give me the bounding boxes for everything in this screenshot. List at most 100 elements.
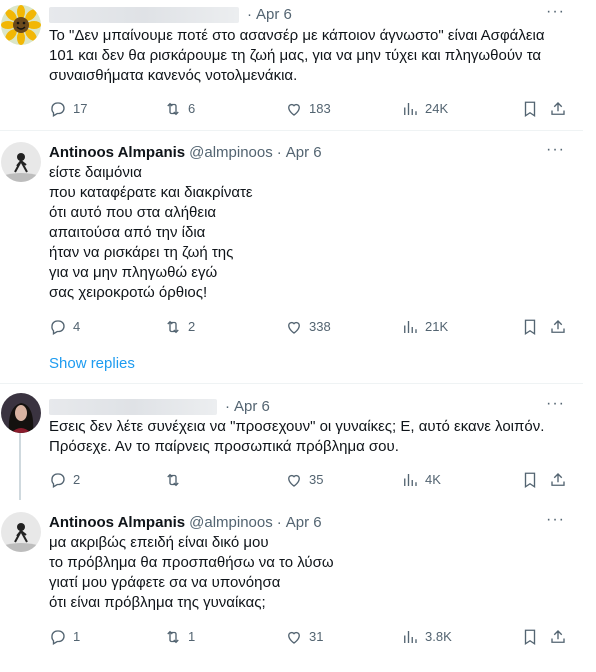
retweet-button[interactable] [164, 470, 188, 490]
share-button[interactable] [549, 99, 567, 119]
reply-button[interactable]: 2 [49, 470, 80, 490]
share-icon [551, 102, 565, 115]
tweet-text: μα ακριβώς επειδή είναι δικό μου το πρόβ… [49, 534, 334, 611]
retweet-count: 6 [188, 101, 196, 116]
silhouette-avatar-icon [1, 142, 41, 182]
retweet-button[interactable]: 1 [164, 627, 195, 647]
tweet-text: Εσεις δεν λέτε συνέχεια να "προσεχουν" ο… [49, 418, 545, 455]
like-count: 183 [309, 101, 331, 116]
views-button[interactable]: 4K [401, 470, 441, 490]
reply-icon [51, 630, 65, 645]
like-button[interactable]: 338 [285, 317, 331, 337]
redacted-username [49, 399, 217, 415]
share-button[interactable] [549, 470, 567, 490]
separator-dot: · [276, 144, 282, 161]
heart-icon [288, 321, 300, 334]
share-button[interactable] [549, 317, 567, 337]
reply-count: 1 [73, 629, 81, 644]
views-chart-icon [404, 631, 417, 643]
views-button[interactable]: 21K [401, 317, 448, 337]
view-count: 4K [425, 472, 441, 487]
views-chart-icon [404, 474, 417, 486]
like-count: 338 [309, 319, 331, 334]
bookmark-icon [524, 319, 536, 336]
like-count: 35 [309, 472, 324, 487]
reply-button[interactable]: 4 [49, 317, 80, 337]
reply-button[interactable]: 1 [49, 627, 80, 647]
view-count: 3.8K [425, 629, 452, 644]
tweet-header: Antinoos Almpanis @almpinoos · Apr 6 [49, 513, 322, 533]
tweet-date[interactable]: Apr 6 [234, 397, 270, 417]
retweet-icon [167, 473, 179, 487]
tweet-actions: 2 35 4K [49, 470, 569, 490]
redacted-username [49, 7, 239, 23]
heart-icon [288, 103, 300, 116]
retweet-button[interactable]: 6 [164, 99, 195, 119]
reply-button[interactable]: 17 [49, 99, 87, 119]
tweet-2[interactable]: Antinoos Almpanis @almpinoos · Apr 6 ···… [0, 130, 583, 383]
separator-dot: · [225, 398, 230, 415]
avatar[interactable] [1, 142, 41, 182]
separator-dot: · [247, 6, 252, 23]
tweet-actions: 4 2 338 21K [49, 317, 569, 337]
more-options-icon[interactable]: ··· [546, 511, 565, 529]
tweet-header: · Apr 6 [49, 397, 270, 417]
tweet-header: · Apr 6 [49, 5, 292, 25]
retweet-count: 1 [188, 629, 196, 644]
reply-icon [51, 473, 65, 488]
author-handle[interactable]: @almpinoos [189, 143, 273, 163]
share-icon [551, 630, 565, 643]
tweet-4[interactable]: Antinoos Almpanis @almpinoos · Apr 6 ···… [0, 500, 583, 672]
author-name[interactable]: Antinoos Almpanis [49, 143, 185, 163]
author-name[interactable]: Antinoos Almpanis [49, 513, 185, 533]
avatar[interactable] [1, 5, 41, 45]
thread-line [19, 433, 21, 500]
reply-count: 4 [73, 319, 81, 334]
like-count: 31 [309, 629, 324, 644]
bookmark-icon [524, 472, 536, 489]
retweet-icon [167, 320, 179, 334]
show-replies-link[interactable]: Show replies [49, 355, 135, 372]
views-chart-icon [404, 103, 417, 115]
bookmark-button[interactable] [521, 627, 539, 647]
more-options-icon[interactable]: ··· [546, 141, 565, 159]
tweet-date[interactable]: Apr 6 [286, 143, 322, 163]
woman-avatar-icon [1, 393, 41, 433]
retweet-icon [167, 630, 179, 644]
more-options-icon[interactable]: ··· [546, 3, 565, 21]
bookmark-button[interactable] [521, 317, 539, 337]
reply-count: 2 [73, 472, 81, 487]
more-options-icon[interactable]: ··· [546, 395, 565, 413]
author-handle[interactable]: @almpinoos [189, 513, 273, 533]
reply-count: 17 [73, 101, 88, 116]
reply-icon [51, 102, 65, 117]
sunflower-icon [1, 5, 41, 45]
silhouette-avatar-icon [1, 512, 41, 552]
tweet-text: Το "Δεν μπαίνουμε ποτέ στο ασανσέρ με κά… [49, 27, 545, 84]
like-button[interactable]: 183 [285, 99, 331, 119]
bookmark-button[interactable] [521, 470, 539, 490]
like-button[interactable]: 31 [285, 627, 323, 647]
tweet-date[interactable]: Apr 6 [286, 513, 322, 533]
share-button[interactable] [549, 627, 567, 647]
retweet-icon [167, 102, 179, 116]
heart-icon [288, 474, 300, 487]
tweet-header: Antinoos Almpanis @almpinoos · Apr 6 [49, 143, 322, 163]
avatar[interactable] [1, 512, 41, 552]
reply-icon [51, 320, 65, 335]
views-button[interactable]: 24K [401, 99, 448, 119]
tweet-3[interactable]: · Apr 6 ··· Εσεις δεν λέτε συνέχεια να "… [0, 383, 583, 500]
bookmark-icon [524, 629, 536, 646]
like-button[interactable]: 35 [285, 470, 323, 490]
views-button[interactable]: 3.8K [401, 627, 452, 647]
bookmark-button[interactable] [521, 99, 539, 119]
tweet-date[interactable]: Apr 6 [256, 5, 292, 25]
retweet-count: 2 [188, 319, 196, 334]
separator-dot: · [276, 514, 282, 531]
retweet-button[interactable]: 2 [164, 317, 195, 337]
views-chart-icon [404, 321, 417, 333]
tweet-actions: 17 6 183 24K [49, 99, 569, 119]
avatar[interactable] [1, 393, 41, 433]
tweet-text: είστε δαιμόνια που καταφέρατε και διακρί… [49, 164, 253, 301]
tweet-1[interactable]: · Apr 6 ··· Το "Δεν μπαίνουμε ποτέ στο α… [0, 0, 583, 130]
